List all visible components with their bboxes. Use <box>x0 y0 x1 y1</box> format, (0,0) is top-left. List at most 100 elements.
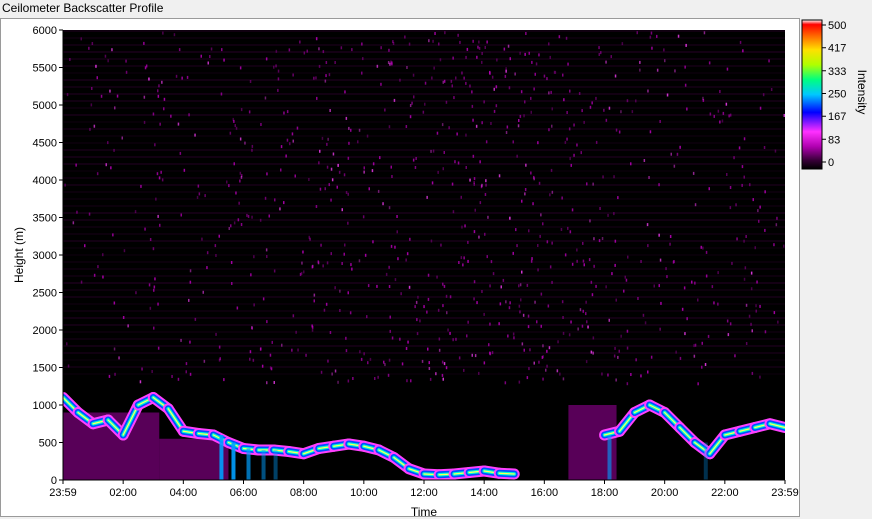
noise-speck <box>143 95 146 99</box>
noise-speck <box>127 324 129 328</box>
noise-speck <box>686 317 688 321</box>
noise-speck <box>729 186 732 189</box>
noise-speck <box>560 228 563 231</box>
precip-streak <box>261 450 266 480</box>
noise-speck <box>701 341 703 345</box>
noise-speck <box>473 181 475 184</box>
noise-speck <box>249 350 252 354</box>
noise-speck <box>473 230 476 234</box>
noise-band <box>63 184 785 186</box>
noise-speck <box>427 273 430 277</box>
noise-speck <box>587 325 589 329</box>
noise-speck <box>484 232 486 236</box>
noise-speck <box>394 278 397 282</box>
noise-speck <box>660 301 662 305</box>
noise-speck <box>691 280 693 284</box>
noise-speck <box>595 284 597 288</box>
noise-speck <box>533 87 535 91</box>
noise-speck <box>726 173 728 176</box>
noise-speck <box>669 242 671 246</box>
noise-speck <box>625 278 628 282</box>
noise-speck <box>385 272 388 276</box>
noise-speck <box>110 166 112 170</box>
noise-speck <box>684 332 686 336</box>
noise-speck <box>376 64 379 68</box>
noise-speck <box>156 172 159 176</box>
noise-band <box>63 289 785 291</box>
noise-speck <box>452 338 454 342</box>
noise-speck <box>703 31 706 35</box>
noise-speck <box>449 331 451 335</box>
noise-speck <box>540 292 543 296</box>
noise-speck <box>332 152 335 156</box>
noise-speck <box>281 343 283 347</box>
noise-speck <box>325 302 328 306</box>
noise-speck <box>319 187 322 191</box>
noise-speck <box>770 88 773 91</box>
noise-speck <box>339 289 341 293</box>
noise-speck <box>499 302 502 306</box>
noise-speck <box>244 141 246 145</box>
noise-speck <box>321 136 324 140</box>
y-axis-ticks: 0 500 1000 1500 2000 2500 3000 3500 4000 4500 5000… <box>33 25 63 487</box>
noise-speck <box>235 191 237 195</box>
noise-speck <box>391 62 393 66</box>
noise-band <box>63 44 785 46</box>
noise-speck <box>405 347 408 350</box>
noise-speck <box>466 47 469 51</box>
noise-speck <box>554 70 557 74</box>
noise-speck <box>177 377 180 381</box>
backscatter-chart: 0500100015002000250030003500400045005000… <box>12 19 869 519</box>
noise-speck <box>697 298 699 302</box>
noise-speck <box>361 42 363 46</box>
noise-speck <box>516 154 518 158</box>
noise-speck <box>471 353 473 357</box>
noise-speck <box>371 169 374 173</box>
noise-speck <box>548 91 550 95</box>
noise-speck <box>469 84 471 88</box>
noise-speck <box>490 122 492 125</box>
noise-speck <box>650 31 653 35</box>
noise-band <box>63 149 785 151</box>
noise-speck <box>152 247 155 251</box>
noise-speck <box>614 74 617 78</box>
noise-speck <box>389 329 391 333</box>
noise-speck <box>259 218 262 222</box>
noise-speck <box>627 255 629 259</box>
noise-band <box>63 142 785 144</box>
noise-speck <box>66 93 69 97</box>
noise-speck <box>607 213 609 217</box>
noise-speck <box>521 342 524 346</box>
noise-speck <box>613 354 616 358</box>
noise-speck <box>717 109 720 113</box>
noise-speck <box>591 293 594 297</box>
noise-speck <box>542 344 544 348</box>
y-tick-label: 4000 <box>33 175 57 187</box>
noise-speck <box>486 40 488 44</box>
noise-speck <box>206 266 208 270</box>
noise-speck <box>323 308 326 312</box>
noise-speck <box>416 332 419 336</box>
noise-speck <box>474 208 476 212</box>
noise-speck <box>467 320 469 324</box>
noise-speck <box>743 175 745 179</box>
noise-speck <box>388 265 390 269</box>
noise-speck <box>331 178 334 182</box>
noise-speck <box>311 265 314 269</box>
noise-speck <box>415 300 418 304</box>
noise-speck <box>524 100 526 104</box>
noise-speck <box>249 80 252 83</box>
noise-band <box>63 79 785 81</box>
noise-band <box>63 72 785 74</box>
noise-speck <box>457 33 459 37</box>
noise-speck <box>708 61 711 65</box>
noise-speck <box>215 332 217 336</box>
noise-speck <box>559 372 561 376</box>
noise-speck <box>556 369 559 373</box>
noise-speck <box>467 240 469 244</box>
noise-speck <box>302 250 304 254</box>
noise-speck <box>505 131 508 134</box>
precip-streak <box>246 448 251 480</box>
noise-speck <box>367 361 369 365</box>
noise-speck <box>614 263 616 267</box>
